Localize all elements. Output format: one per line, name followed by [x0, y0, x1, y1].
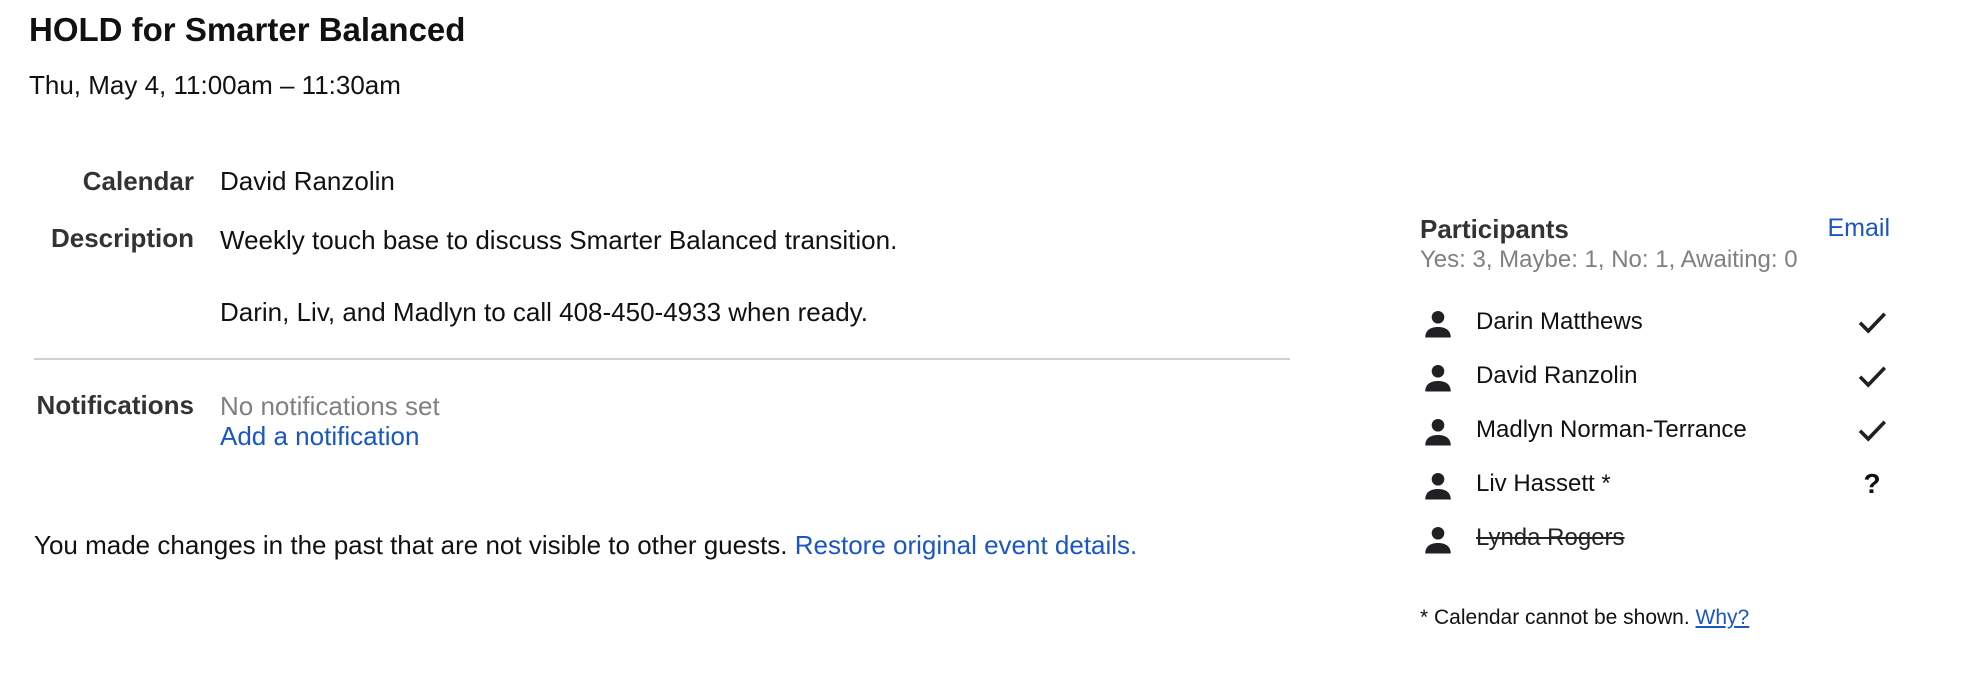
participant-name: David Ranzolin [1476, 362, 1638, 389]
participant-name-declined: Lynda Rogers [1476, 524, 1625, 551]
person-icon [1425, 526, 1451, 554]
restore-original-link[interactable]: Restore original event details. [795, 530, 1138, 560]
participant-item[interactable]: Darin Matthews [1420, 304, 1890, 358]
event-datetime: Thu, May 4, 11:00am – 11:30am [29, 70, 401, 100]
notifications-label: Notifications [36, 390, 194, 420]
check-icon [1858, 312, 1887, 334]
person-icon [1425, 418, 1451, 446]
participant-list: Darin Matthews David Ranzolin Madlyn Nor… [1420, 304, 1890, 574]
event-title: HOLD for Smarter Balanced [29, 11, 466, 48]
participant-name: Madlyn Norman-Terrance [1476, 416, 1747, 443]
description-line-2: Darin, Liv, and Madlyn to call 408-450-4… [220, 297, 868, 327]
rsvp-summary: Yes: 3, Maybe: 1, No: 1, Awaiting: 0 [1420, 246, 1798, 273]
person-icon [1425, 310, 1451, 338]
calendar-value: David Ranzolin [220, 166, 395, 196]
person-icon [1425, 364, 1451, 392]
changes-notice: You made changes in the past that are no… [34, 530, 1137, 561]
why-link[interactable]: Why? [1696, 606, 1750, 629]
email-participants-link[interactable]: Email [1827, 214, 1890, 243]
participant-item[interactable]: Lynda Rogers [1420, 520, 1890, 574]
event-details-page: HOLD for Smarter Balanced Thu, May 4, 11… [0, 0, 1970, 700]
person-icon [1425, 472, 1451, 500]
check-icon [1858, 366, 1887, 388]
participant-item[interactable]: Madlyn Norman-Terrance [1420, 412, 1890, 466]
maybe-status-icon: ? [1863, 468, 1881, 499]
participant-name: Darin Matthews [1476, 308, 1643, 335]
calendar-label: Calendar [82, 166, 194, 196]
participant-name: Liv Hassett * [1476, 470, 1611, 497]
notifications-status: No notifications set [220, 391, 440, 421]
participants-title: Participants [1420, 214, 1569, 244]
participant-item[interactable]: David Ranzolin [1420, 358, 1890, 412]
participants-header: Participants Email [1420, 214, 1890, 250]
participant-item[interactable]: Liv Hassett * ? [1420, 466, 1890, 520]
description-line-1: Weekly touch base to discuss Smarter Bal… [220, 225, 898, 255]
check-icon [1858, 420, 1887, 442]
description-label: Description [50, 223, 194, 253]
participants-panel: Participants Email Yes: 3, Maybe: 1, No:… [1420, 214, 1890, 630]
calendar-footnote: * Calendar cannot be shown. Why? [1420, 606, 1890, 630]
changes-message: You made changes in the past that are no… [34, 530, 788, 560]
footnote-text: * Calendar cannot be shown. [1420, 606, 1690, 629]
add-notification-link[interactable]: Add a notification [220, 421, 419, 452]
section-divider [34, 358, 1290, 360]
